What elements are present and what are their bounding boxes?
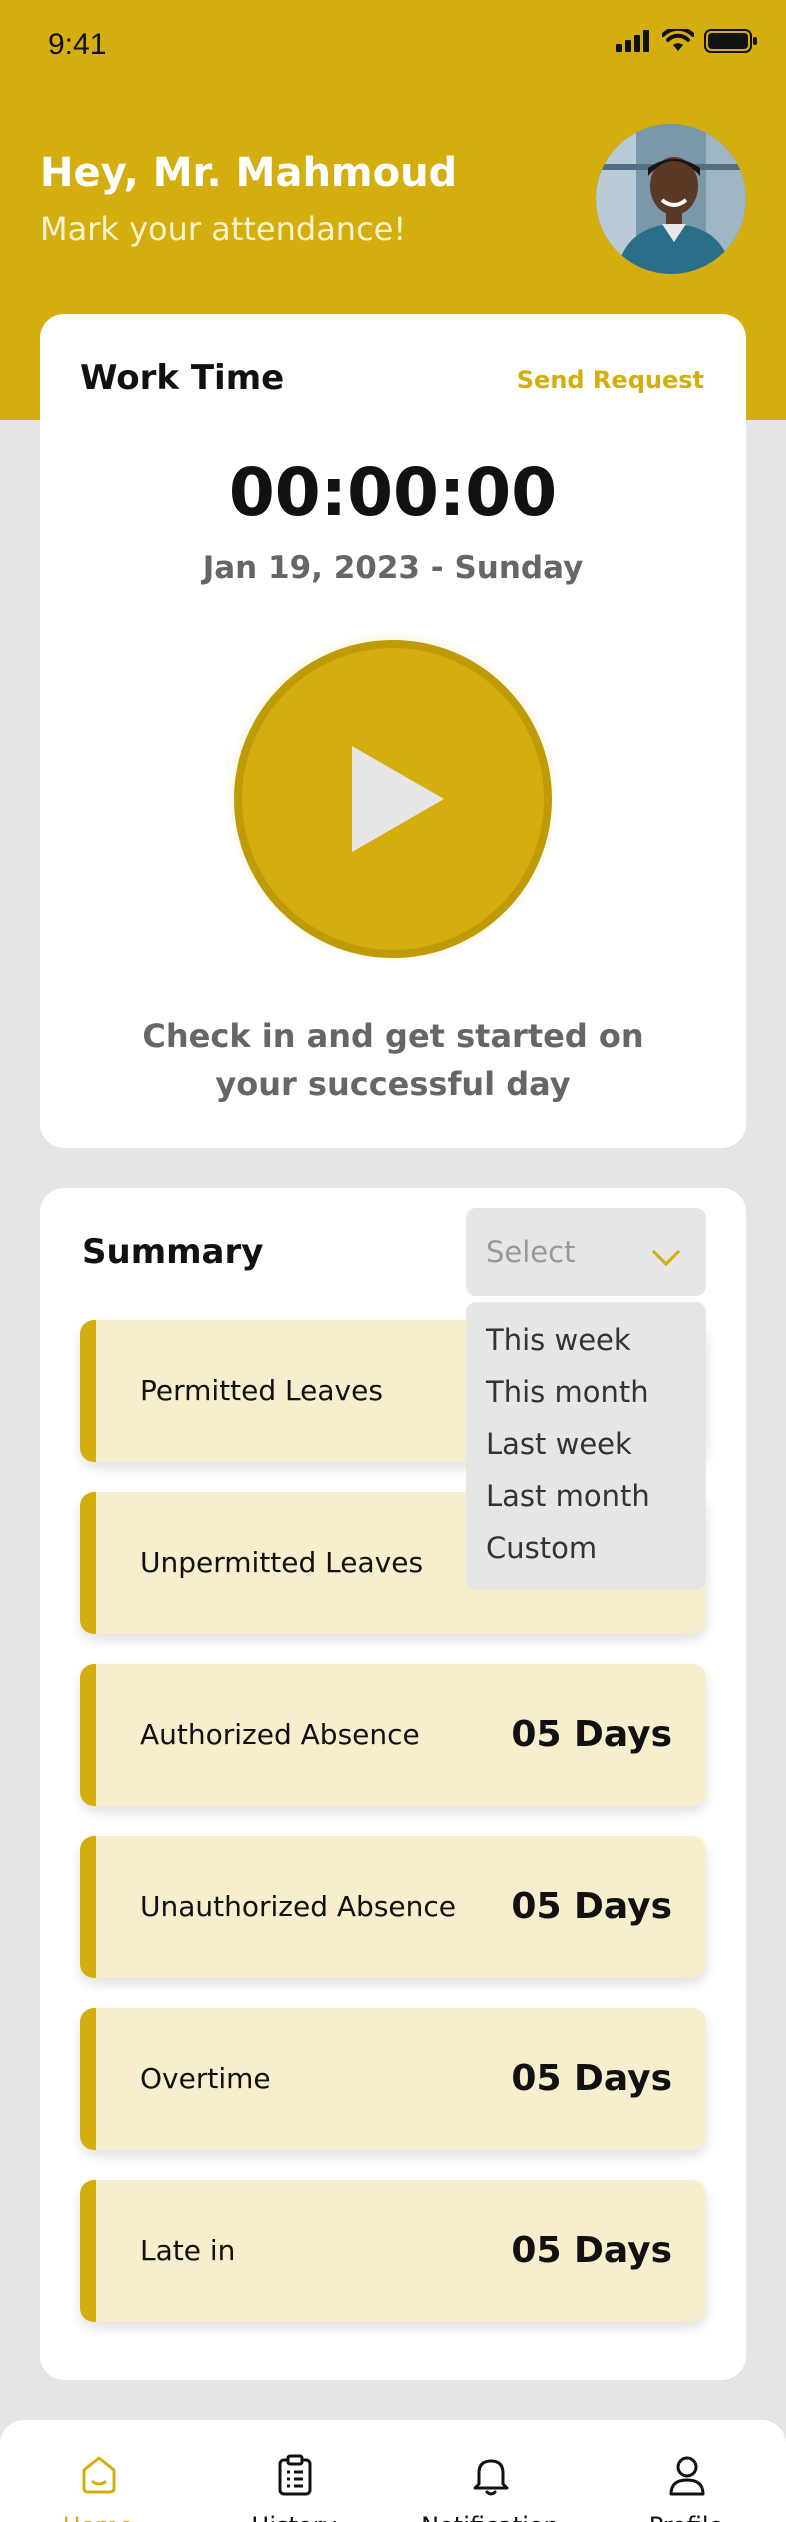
stat-value: 05 Days xyxy=(511,1714,672,1755)
work-time-card: Work Time Send Request 00:00:00 Jan 19, … xyxy=(40,314,746,1148)
stat-label: Overtime xyxy=(140,2062,271,2095)
signal-icon xyxy=(616,30,649,52)
stat-label: Unpermitted Leaves xyxy=(140,1546,424,1579)
dropdown-option-this-month[interactable]: This month xyxy=(486,1366,686,1418)
tab-home[interactable]: Home xyxy=(0,2420,196,2522)
tab-label: Profile xyxy=(588,2512,784,2522)
greeting-subtitle: Mark your attendance! xyxy=(40,210,407,248)
dropdown-option-last-month[interactable]: Last month xyxy=(486,1470,686,1522)
avatar[interactable] xyxy=(596,124,746,274)
send-request-link[interactable]: Send Request xyxy=(517,366,704,394)
status-icons xyxy=(616,26,758,56)
home-icon xyxy=(82,2456,116,2494)
tab-label: Home xyxy=(0,2512,196,2522)
current-date: Jan 19, 2023 - Sunday xyxy=(202,550,584,586)
dropdown-option-last-week[interactable]: Last week xyxy=(486,1418,686,1470)
stat-row-authorized-absence[interactable]: Authorized Absence 05 Days xyxy=(80,1664,706,1806)
dropdown-option-custom[interactable]: Custom xyxy=(486,1522,686,1574)
clipboard-icon xyxy=(278,2454,312,2496)
greeting-title: Hey, Mr. Mahmoud xyxy=(40,150,458,196)
bell-icon xyxy=(473,2459,509,2496)
stat-row-overtime[interactable]: Overtime 05 Days xyxy=(80,2008,706,2150)
stat-row-unauthorized-absence[interactable]: Unauthorized Absence 05 Days xyxy=(80,1836,706,1978)
tab-label: Notification xyxy=(392,2512,588,2522)
chevron-down-icon xyxy=(651,1237,681,1267)
work-timer: 00:00:00 xyxy=(228,454,558,531)
stat-value: 05 Days xyxy=(511,2058,672,2099)
dropdown-option-this-week[interactable]: This week xyxy=(486,1314,686,1366)
wifi-icon xyxy=(662,29,694,51)
play-icon xyxy=(352,746,444,852)
stat-row-late-in[interactable]: Late in 05 Days xyxy=(80,2180,706,2322)
stat-label: Unauthorized Absence xyxy=(140,1890,456,1923)
status-bar: 9:41 xyxy=(0,0,786,92)
bottom-tab-bar: Home History Notification Profile xyxy=(0,2420,786,2522)
battery-icon xyxy=(704,29,757,53)
stat-value: 05 Days xyxy=(511,1886,672,1927)
tab-notification[interactable]: Notification xyxy=(392,2420,588,2522)
select-placeholder: Select xyxy=(486,1235,576,1269)
stat-label: Late in xyxy=(140,2234,236,2267)
stat-label: Permitted Leaves xyxy=(140,1374,383,1407)
tab-history[interactable]: History xyxy=(196,2420,392,2522)
summary-title: Summary xyxy=(82,1232,264,1272)
avatar-photo xyxy=(596,124,746,274)
summary-card: Summary Permitted Leaves Unpermitted Lea… xyxy=(40,1188,746,2380)
stat-value: 05 Days xyxy=(511,2230,672,2271)
tab-profile[interactable]: Profile xyxy=(588,2420,784,2522)
work-time-title: Work Time xyxy=(80,358,285,398)
status-time: 9:41 xyxy=(48,28,107,61)
period-select[interactable]: Select xyxy=(466,1208,706,1296)
stat-label: Authorized Absence xyxy=(140,1718,420,1751)
tab-label: History xyxy=(196,2512,392,2522)
checkin-message: Check in and get started on your success… xyxy=(142,1017,644,1103)
check-in-play-button[interactable] xyxy=(234,640,552,958)
period-dropdown-menu: This week This month Last week Last mont… xyxy=(466,1302,706,1590)
user-icon xyxy=(669,2456,705,2496)
